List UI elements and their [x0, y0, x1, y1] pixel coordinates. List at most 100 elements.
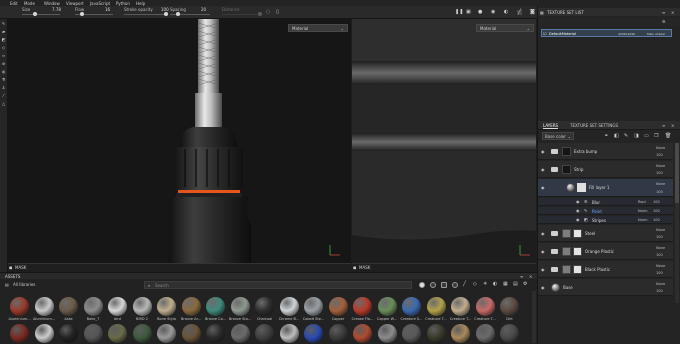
menu-mode[interactable]: Mode: [24, 1, 35, 6]
viewport-3d-channel-dropdown[interactable]: Material ⌄: [288, 24, 348, 32]
filter-texture-icon[interactable]: [441, 282, 447, 288]
channel-dropdown[interactable]: Base color ⌄: [542, 132, 574, 140]
size-slider-handle[interactable]: [33, 12, 37, 16]
viewport-3d[interactable]: Material ⌄: [8, 19, 351, 263]
eye-icon[interactable]: ◉: [541, 285, 546, 290]
effect-opacity[interactable]: 100: [653, 209, 660, 213]
material-swatch[interactable]: [10, 324, 29, 343]
material-swatch[interactable]: [181, 297, 201, 316]
viewport-2d-channel-dropdown[interactable]: Material ⌄: [476, 24, 534, 32]
lazy-mouse-icon[interactable]: ◌: [266, 10, 270, 15]
iray-icon[interactable]: ●: [478, 10, 482, 15]
bake-icon[interactable]: ⚗: [1, 77, 6, 82]
material-swatch[interactable]: [206, 297, 225, 316]
viewport-2d[interactable]: Material ⌄: [352, 19, 536, 263]
material-swatch[interactable]: [353, 297, 372, 316]
tab-texture-set-settings[interactable]: TEXTURE SET SETTINGS: [570, 123, 618, 128]
add-fill-layer-icon[interactable]: ◧: [614, 134, 619, 139]
menu-window[interactable]: Window: [44, 1, 60, 6]
anchor-icon[interactable]: ⚓: [1, 85, 6, 90]
layer-row[interactable]: ◉ Black Plastic None 100: [538, 261, 673, 278]
filter-shader-icon[interactable]: ◐: [493, 282, 497, 287]
material-swatch[interactable]: [230, 297, 250, 316]
eye-icon[interactable]: ◉: [576, 208, 581, 213]
add-folder-icon[interactable]: ▭: [644, 134, 649, 139]
panel-menu-icon[interactable]: ≡: [662, 10, 665, 15]
material-swatch[interactable]: [108, 297, 127, 316]
assets-scrollbar[interactable]: [532, 291, 536, 343]
layer-blend-mode[interactable]: None: [656, 182, 665, 186]
material-swatch[interactable]: [83, 324, 103, 343]
eye-icon[interactable]: ◉: [541, 149, 546, 154]
material-swatch[interactable]: [402, 324, 421, 343]
panel-close-icon[interactable]: ×: [671, 123, 674, 128]
effect-opacity[interactable]: 100: [653, 200, 660, 204]
layer-row[interactable]: ◉ Orange Plastic None 100: [538, 243, 673, 260]
projection-icon[interactable]: ◩: [1, 37, 6, 42]
panel-menu-icon[interactable]: ≡: [662, 123, 665, 128]
menu-help[interactable]: Help: [136, 1, 145, 6]
effect-row[interactable]: ◉ ⚙ Blur Repl 100: [538, 198, 673, 206]
layer-blend-mode[interactable]: None: [656, 228, 665, 232]
material-swatch[interactable]: [83, 297, 103, 316]
settings-icon[interactable]: ⚙: [662, 19, 666, 24]
scrollbar-thumb[interactable]: [675, 143, 679, 203]
camera-tools-icon[interactable]: ▣: [466, 10, 471, 15]
delete-layer-icon[interactable]: 🗑: [665, 134, 671, 139]
material-swatch[interactable]: [34, 324, 54, 343]
flow-slider-handle[interactable]: [80, 12, 84, 16]
layer-row-selected[interactable]: ◉ Fill layer 1 None 100: [538, 179, 673, 197]
layer-opacity[interactable]: 100: [656, 153, 663, 157]
settings-icon[interactable]: ⚙: [523, 282, 527, 287]
play-pause-icon[interactable]: ❚❚: [455, 10, 463, 15]
panel-close-icon[interactable]: ×: [529, 274, 532, 279]
layers-scrollbar[interactable]: [675, 143, 679, 303]
checkbox-icon[interactable]: ☑: [543, 31, 547, 36]
eye-icon[interactable]: ◉: [576, 217, 581, 222]
layer-blend-mode[interactable]: None: [656, 164, 665, 168]
filter-environment-icon[interactable]: [452, 282, 458, 288]
library-icon[interactable]: ▤: [5, 282, 9, 287]
polygon-fill-icon[interactable]: △: [1, 101, 6, 106]
material-swatch[interactable]: [255, 297, 274, 316]
material-swatch[interactable]: [304, 324, 323, 343]
menu-javascript[interactable]: JavaScript: [90, 1, 110, 6]
assets-search-input[interactable]: ⌕ Search: [144, 281, 412, 289]
material-swatch[interactable]: [34, 297, 54, 316]
layer-row[interactable]: ◉ Extra bump None 100: [538, 143, 673, 160]
material-swatch[interactable]: [230, 324, 250, 343]
flow-value[interactable]: 16: [105, 7, 110, 12]
library-selector[interactable]: All libraries: [13, 282, 35, 287]
eyedropper-icon[interactable]: ⁄: [1, 93, 6, 98]
material-swatch[interactable]: [451, 324, 470, 343]
material-swatch[interactable]: [157, 297, 176, 316]
layer-opacity[interactable]: 100: [656, 253, 663, 257]
layer-opacity[interactable]: 100: [656, 171, 663, 175]
material-swatch[interactable]: [304, 297, 323, 316]
symmetry-icon[interactable]: ▯: [276, 10, 279, 15]
layer-blend-mode[interactable]: None: [656, 246, 665, 250]
menu-viewport[interactable]: Viewport: [66, 1, 84, 6]
panel-close-icon[interactable]: ×: [671, 10, 674, 15]
eye-icon[interactable]: ◉: [576, 199, 581, 204]
brush-settings-icon[interactable]: ╱: [517, 10, 523, 15]
effect-blend-mode[interactable]: Repl: [638, 200, 646, 204]
material-swatch[interactable]: [181, 324, 201, 343]
layer-opacity[interactable]: 100: [656, 289, 663, 293]
texture-set-row[interactable]: ☑ DefaultMaterial 4096x4096 Main shader: [541, 29, 672, 37]
mask-thumbnail[interactable]: [573, 265, 582, 274]
material-swatch[interactable]: [328, 324, 348, 343]
tab-layers[interactable]: LAYERS: [543, 123, 559, 129]
material-swatch[interactable]: [377, 324, 397, 343]
effect-row[interactable]: ◉ ✎ Paint Norm 100: [538, 207, 673, 215]
stroke-opacity-slider-handle[interactable]: [164, 12, 168, 16]
material-swatch[interactable]: [402, 297, 421, 316]
filter-brush-icon[interactable]: ╱: [463, 282, 466, 287]
layer-opacity[interactable]: 100: [656, 235, 663, 239]
layer-row[interactable]: ◉ Base None 100: [538, 279, 673, 296]
material-swatch[interactable]: [206, 324, 225, 343]
eye-icon[interactable]: ◉: [541, 267, 546, 272]
layer-opacity[interactable]: 100: [656, 190, 663, 194]
mask-thumbnail[interactable]: [573, 247, 582, 256]
eye-icon[interactable]: ◉: [541, 185, 546, 190]
